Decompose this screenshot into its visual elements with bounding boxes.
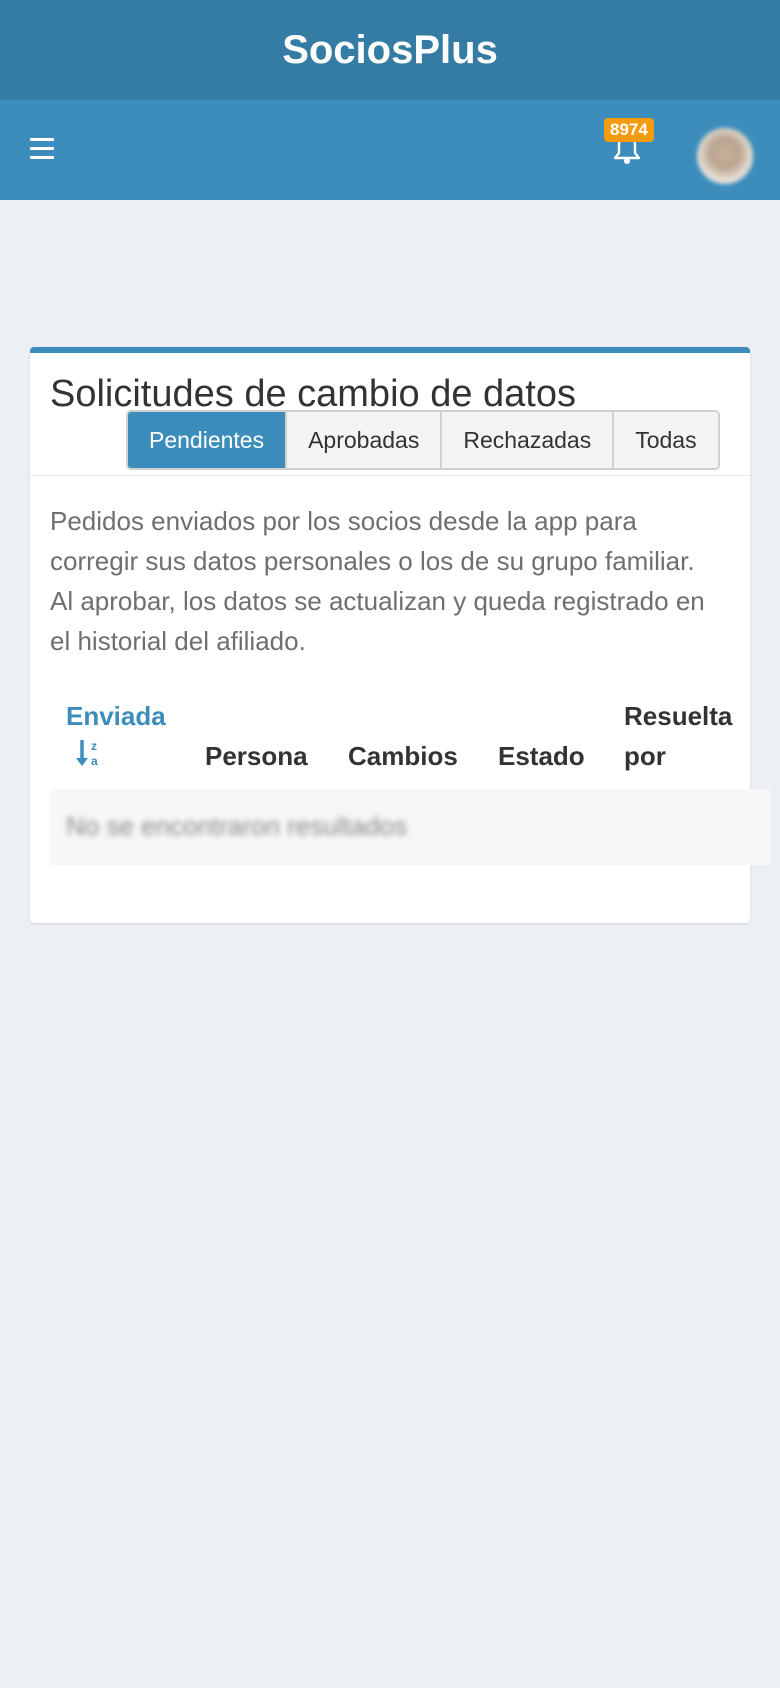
sort-alpha-desc-icon[interactable]: z a bbox=[74, 738, 166, 781]
column-header-cambios[interactable]: Cambios bbox=[348, 736, 458, 776]
notification-count-badge[interactable]: 8974 bbox=[604, 118, 654, 142]
app-header: SociosPlus bbox=[0, 0, 780, 100]
tab-todas[interactable]: Todas bbox=[614, 412, 718, 468]
user-avatar[interactable] bbox=[697, 128, 753, 184]
panel-divider bbox=[30, 475, 750, 476]
table-empty-row: No se encontraron resultados bbox=[50, 789, 770, 865]
column-header-resuelta-por[interactable]: Resuelta por bbox=[624, 696, 744, 776]
column-header-persona[interactable]: Persona bbox=[205, 736, 308, 776]
tab-aprobadas[interactable]: Aprobadas bbox=[287, 412, 443, 468]
svg-text:a: a bbox=[91, 754, 98, 768]
tab-pendientes[interactable]: Pendientes bbox=[128, 412, 288, 468]
column-header-resuelta-por-label: Resuelta por bbox=[624, 701, 733, 771]
hamburger-menu-icon[interactable] bbox=[30, 138, 54, 162]
change-requests-panel: Solicitudes de cambio de datos Pendiente… bbox=[30, 347, 770, 923]
status-filter-tabs: Pendientes Aprobadas Rechazadas Todas bbox=[126, 410, 720, 470]
svg-text:z: z bbox=[91, 739, 97, 753]
column-header-enviada-label: Enviada bbox=[66, 701, 166, 731]
panel-description: Pedidos enviados por los socios desde la… bbox=[50, 506, 705, 656]
empty-message: No se encontraron resultados bbox=[66, 811, 408, 841]
tab-rechazadas[interactable]: Rechazadas bbox=[442, 412, 615, 468]
column-header-estado[interactable]: Estado bbox=[498, 736, 585, 776]
top-navbar bbox=[0, 100, 780, 200]
table-header: Enviada z a Persona Cambios Estado Resue… bbox=[50, 696, 750, 786]
column-header-enviada[interactable]: Enviada z a bbox=[66, 696, 166, 781]
app-title: SociosPlus bbox=[282, 27, 498, 72]
